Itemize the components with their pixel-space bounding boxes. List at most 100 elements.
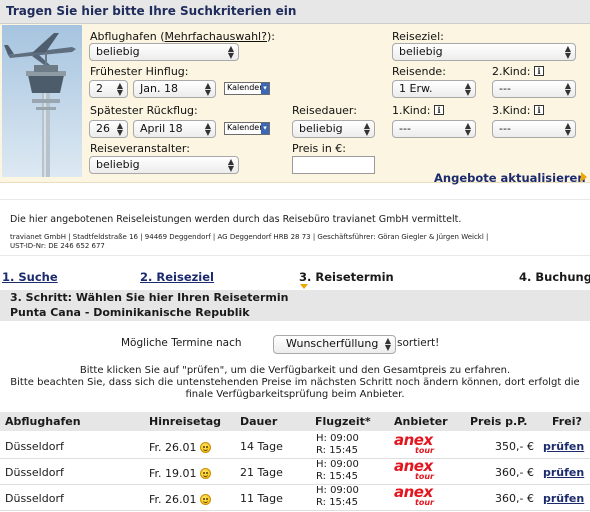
departure-label: Abflughafen (Mehrfachauswahl?): bbox=[90, 30, 275, 43]
step-destination-link[interactable]: 2. Reiseziel bbox=[140, 270, 214, 284]
select-arrows-icon: ▲ ▼ bbox=[464, 121, 471, 137]
select-arrows-icon: ▲ ▼ bbox=[564, 81, 571, 97]
step-heading: 3. Schritt: Wählen Sie hier Ihren Reiset… bbox=[10, 291, 289, 304]
airport-tower-image bbox=[2, 25, 82, 177]
duration-select[interactable]: beliebig ▲ ▼ bbox=[292, 120, 375, 138]
row-price: 360,- € bbox=[495, 492, 534, 505]
row-airport: Düsseldorf bbox=[5, 440, 64, 453]
latest-day-select[interactable]: 26 ▲ ▼ bbox=[89, 120, 128, 138]
step-date-current: 3. Reisetermin bbox=[299, 270, 394, 284]
results-table-header: Abflughafen Hinreisetag Dauer Flugzeit* … bbox=[0, 412, 590, 431]
price-input[interactable] bbox=[292, 156, 375, 174]
row-duration: 11 Tage bbox=[240, 492, 283, 505]
child2-info-icon[interactable]: i bbox=[534, 66, 544, 76]
destination-select[interactable]: beliebig ▲ ▼ bbox=[392, 43, 576, 61]
price-label: Preis in €: bbox=[292, 142, 347, 155]
agency-disclaimer: Die hier angebotenen Reiseleistungen wer… bbox=[0, 199, 590, 256]
search-header: Tragen Sie hier bitte Ihre Suchkriterien… bbox=[0, 0, 590, 24]
sort-label: Mögliche Termine nach bbox=[121, 337, 242, 349]
smiley-icon bbox=[199, 442, 211, 453]
destination-heading: Punta Cana - Dominikanische Republik bbox=[10, 306, 250, 319]
current-step-marker-icon bbox=[300, 284, 308, 289]
child1-label: 1.Kind: bbox=[392, 104, 431, 117]
anex-tour-logo: anex tour bbox=[394, 457, 434, 481]
col-header-duration: Dauer bbox=[240, 415, 278, 428]
duration-label: Reisedauer: bbox=[292, 104, 357, 117]
travelers-select[interactable]: 1 Erw. ▲ ▼ bbox=[392, 80, 476, 98]
select-arrows-icon: ▲ ▼ bbox=[363, 121, 370, 137]
travelers-label: Reisende: bbox=[392, 65, 446, 78]
sort-select[interactable]: Wunscherfüllung ▲ ▼ bbox=[273, 335, 396, 354]
select-arrows-icon: ▲ ▼ bbox=[564, 44, 571, 60]
operator-label: Reiseveranstalter: bbox=[90, 142, 190, 155]
row-price: 360,- € bbox=[495, 466, 534, 479]
row-duration: 21 Tage bbox=[240, 466, 283, 479]
earliest-month-select[interactable]: Jan. 18 ▲ ▼ bbox=[133, 80, 216, 98]
latest-return-label: Spätester Rückflug: bbox=[90, 104, 198, 117]
info-line-3: finale Verfügbarkeitsprüfung beim Anbiet… bbox=[185, 389, 405, 400]
table-row: Düsseldorf Fr. 19.01 21 Tage H: 09:00 R: … bbox=[0, 457, 590, 485]
child1-info-icon[interactable]: i bbox=[434, 105, 444, 115]
update-offers-link[interactable]: Angebote aktualisieren bbox=[434, 171, 586, 185]
child1-select[interactable]: --- ▲ ▼ bbox=[392, 120, 476, 138]
earliest-day-select[interactable]: 2 ▲ ▼ bbox=[89, 80, 128, 98]
calendar-dropdown-icon: ▾ bbox=[261, 83, 269, 94]
row-flight-times: H: 09:00 R: 15:45 bbox=[316, 433, 359, 456]
latest-month-select[interactable]: April 18 ▲ ▼ bbox=[133, 120, 216, 138]
step-booking: 4. Buchung bbox=[519, 270, 590, 284]
select-arrows-icon: ▲ ▼ bbox=[204, 81, 211, 97]
col-header-date: Hinreisetag bbox=[149, 415, 222, 428]
child3-select[interactable]: --- ▲ ▼ bbox=[492, 120, 576, 138]
row-flight-times: H: 09:00 R: 15:45 bbox=[316, 485, 359, 508]
info-line-1: Bitte klicken Sie auf "prüfen", um die V… bbox=[79, 365, 511, 376]
smiley-icon bbox=[199, 468, 211, 479]
smiley-icon bbox=[199, 494, 211, 505]
row-price: 350,- € bbox=[495, 440, 534, 453]
arrow-right-icon bbox=[581, 172, 587, 182]
row-airport: Düsseldorf bbox=[5, 466, 64, 479]
check-availability-link[interactable]: prüfen bbox=[543, 492, 584, 505]
anex-tour-logo: anex tour bbox=[394, 431, 434, 455]
child3-info-icon[interactable]: i bbox=[534, 105, 544, 115]
col-header-price: Preis p.P. bbox=[470, 415, 528, 428]
earliest-departure-label: Frühester Hinflug: bbox=[90, 65, 189, 78]
latest-calendar-button[interactable]: Kalender ▾ bbox=[224, 122, 270, 135]
row-date: Fr. 19.01 bbox=[149, 466, 211, 480]
step-header-band: 3. Schritt: Wählen Sie hier Ihren Reiset… bbox=[0, 290, 590, 321]
select-arrows-icon: ▲ ▼ bbox=[564, 121, 571, 137]
col-header-free: Frei? bbox=[552, 415, 582, 428]
multi-select-link[interactable]: Mehrfachauswahl? bbox=[165, 30, 267, 43]
info-line-2: Bitte beachten Sie, dass sich die untens… bbox=[10, 377, 580, 388]
search-title: Tragen Sie hier bitte Ihre Suchkriterien… bbox=[6, 4, 297, 18]
vat-id: UST-ID-Nr: DE 246 652 677 bbox=[10, 242, 105, 250]
search-panel: Tragen Sie hier bitte Ihre Suchkriterien… bbox=[0, 0, 590, 185]
departure-select[interactable]: beliebig ▲ ▼ bbox=[89, 43, 239, 61]
select-arrows-icon: ▲ ▼ bbox=[204, 121, 211, 137]
child2-label: 2.Kind: bbox=[492, 65, 531, 78]
select-arrows-icon: ▲ ▼ bbox=[384, 336, 391, 352]
select-arrows-icon: ▲ ▼ bbox=[116, 81, 123, 97]
row-duration: 14 Tage bbox=[240, 440, 283, 453]
select-arrows-icon: ▲ ▼ bbox=[116, 121, 123, 137]
row-date: Fr. 26.01 bbox=[149, 440, 211, 454]
col-header-provider: Anbieter bbox=[394, 415, 448, 428]
child2-select[interactable]: --- ▲ ▼ bbox=[492, 80, 576, 98]
operator-select[interactable]: beliebig ▲ ▼ bbox=[89, 156, 239, 174]
company-info: travianet GmbH | Stadtfeldstraße 16 | 94… bbox=[10, 233, 489, 241]
calendar-dropdown-icon: ▾ bbox=[261, 123, 269, 134]
disclaimer-text: Die hier angebotenen Reiseleistungen wer… bbox=[10, 214, 462, 225]
table-row: Düsseldorf Fr. 26.01 14 Tage H: 09:00 R: … bbox=[0, 431, 590, 459]
col-header-flighttime: Flugzeit* bbox=[315, 415, 371, 428]
child3-label: 3.Kind: bbox=[492, 104, 531, 117]
select-arrows-icon: ▲ ▼ bbox=[227, 44, 234, 60]
check-availability-link[interactable]: prüfen bbox=[543, 466, 584, 479]
step-search-link[interactable]: 1. Suche bbox=[2, 270, 58, 284]
select-arrows-icon: ▲ ▼ bbox=[227, 157, 234, 173]
check-availability-link[interactable]: prüfen bbox=[543, 440, 584, 453]
select-arrows-icon: ▲ ▼ bbox=[464, 81, 471, 97]
row-flight-times: H: 09:00 R: 15:45 bbox=[316, 459, 359, 482]
sort-suffix: sortiert! bbox=[397, 337, 440, 349]
row-date: Fr. 26.01 bbox=[149, 492, 211, 506]
col-header-airport: Abflughafen bbox=[5, 415, 81, 428]
earliest-calendar-button[interactable]: Kalender ▾ bbox=[224, 82, 270, 95]
